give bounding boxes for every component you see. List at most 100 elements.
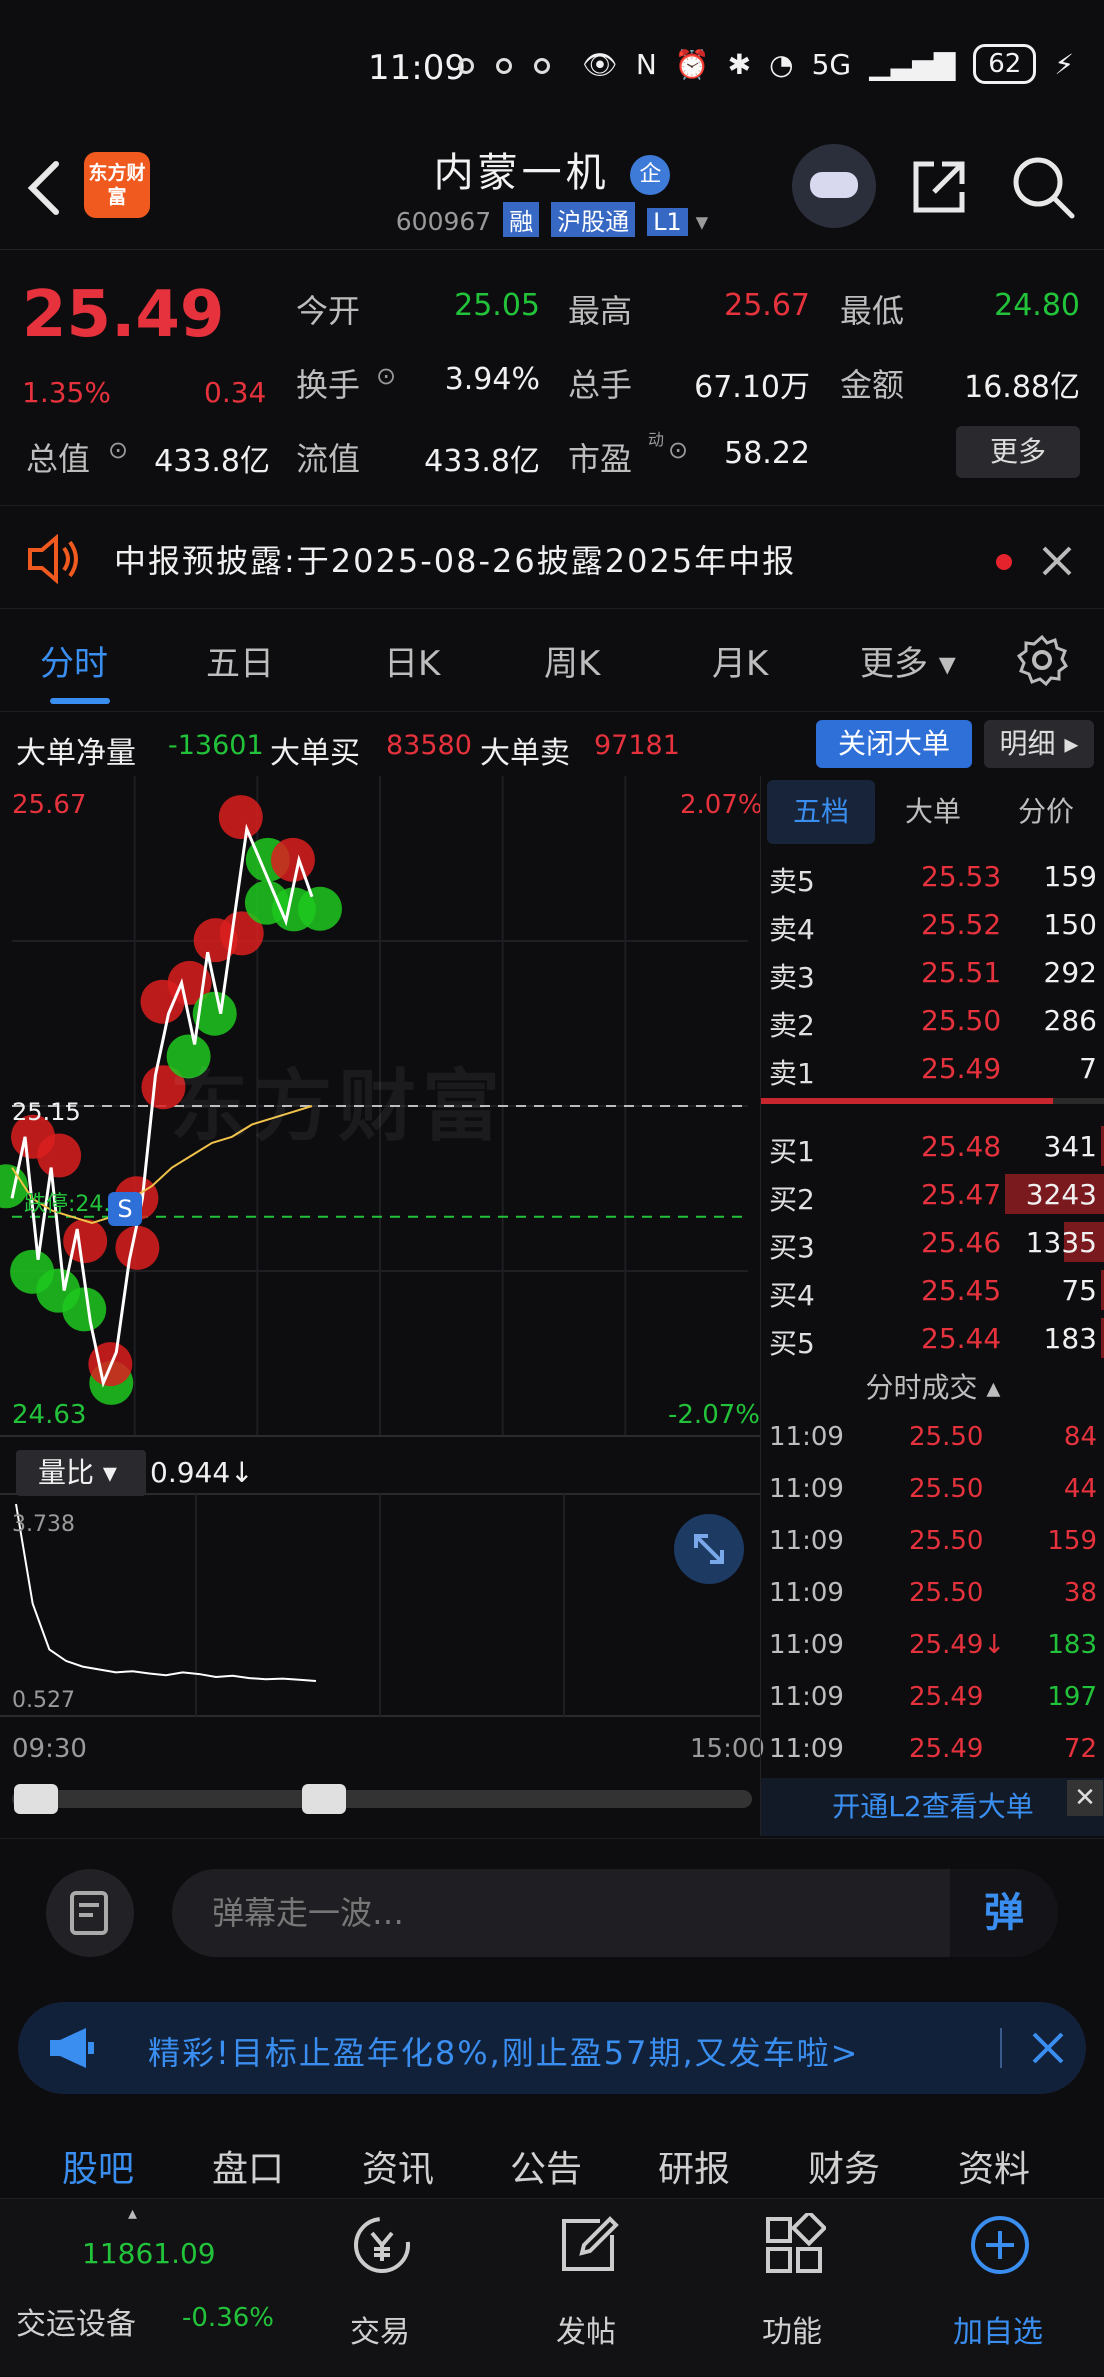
note-icon[interactable] (46, 1869, 134, 1957)
tag-connect: 沪股通 (551, 202, 636, 237)
level-qty: 1335 (1025, 1226, 1097, 1259)
notification-icons (458, 58, 550, 74)
ask-row[interactable]: 卖5 25.53 159 (761, 852, 1104, 900)
intraday-chart[interactable]: 东方财富 25.67 2.07% 25.15 跌停:24.97 S 24.63 … (0, 776, 765, 1836)
amount-label: 金额 (840, 366, 905, 404)
danmu-input[interactable]: 弹幕走一波… (172, 1869, 1058, 1957)
trade-row: 11:09 25.49 72 (761, 1726, 1104, 1776)
net-label: 大单净量 (16, 736, 136, 771)
nav-functions[interactable]: 功能 (712, 2199, 872, 2377)
sell-value: 97181 (594, 730, 680, 761)
high-label: 最高 (568, 292, 633, 330)
l2-upgrade-banner[interactable]: 开通L2查看大单 ✕ (761, 1778, 1104, 1836)
close-icon[interactable] (1028, 2028, 1068, 2068)
tab-profile[interactable]: 资料 (958, 2140, 1030, 2192)
sector-index[interactable]: ▴ 11861.09 交运设备 -0.36% (0, 2199, 300, 2377)
book-tabs: 五档 大单 分价 (761, 780, 1104, 844)
ask-row[interactable]: 卖2 25.50 286 (761, 996, 1104, 1044)
tab-more[interactable]: 更多 ▾ (860, 636, 956, 685)
top-price-label: 25.67 (12, 790, 87, 820)
nav-add-watchlist-label: 加自选 (953, 2315, 1043, 2350)
info-icon[interactable]: ⊙ (668, 436, 688, 464)
trade-price: 25.50 (909, 1474, 984, 1504)
tab-research[interactable]: 研报 (658, 2140, 730, 2192)
chart-canvas[interactable] (0, 776, 760, 1836)
ask-row[interactable]: 卖3 25.51 292 (761, 948, 1104, 996)
detail-button[interactable]: 明细 ▸ (984, 720, 1094, 768)
status-bar: 11:09 👁 N ⏰ ✱ ◔ 5G ▁▃▅▇ 62 ⚡ (0, 0, 1104, 130)
speaker-icon (28, 534, 78, 584)
nav-trade[interactable]: 交易 (300, 2199, 460, 2377)
tab-five-levels[interactable]: 五档 (767, 780, 875, 844)
current-price: 25.49 (22, 278, 225, 352)
level-name: 买2 (769, 1183, 815, 1216)
info-icon[interactable]: ⊙ (108, 436, 128, 464)
bid-row[interactable]: 买3 25.46 1335 (761, 1218, 1104, 1266)
more-button[interactable]: 更多 (956, 426, 1080, 478)
ask-row[interactable]: 卖1 25.49 7 (761, 1044, 1104, 1092)
clock: 11:09 (368, 48, 466, 88)
slider-handle-right[interactable] (302, 1784, 346, 1814)
close-icon[interactable]: ✕ (1067, 1780, 1103, 1816)
level-name: 买5 (769, 1327, 815, 1360)
comment-bar: 弹幕走一波… 弹 (0, 1838, 1104, 1998)
bottom-nav: ▴ 11861.09 交运设备 -0.36% 交易 发帖 功能 加自选 (0, 2198, 1104, 2376)
signal-icon: ▁▃▅▇ (869, 47, 956, 81)
tab-forum[interactable]: 股吧 (62, 2140, 134, 2192)
trade-time: 11:09 (769, 1526, 844, 1556)
nav-add-watchlist[interactable]: 加自选 (918, 2199, 1078, 2377)
low-value: 24.80 (994, 288, 1080, 323)
tab-big-order[interactable]: 大单 (881, 780, 985, 844)
gear-icon[interactable] (1016, 634, 1068, 686)
trade-qty: 159 (1047, 1526, 1097, 1556)
sector-change: -0.36% (182, 2303, 274, 2333)
tab-market-depth[interactable]: 盘口 (212, 2140, 284, 2192)
close-big-order-button[interactable]: 关闭大单 (816, 720, 972, 768)
tab-monthly-k[interactable]: 月K (712, 636, 768, 685)
turnover-label: 换手 (296, 366, 361, 404)
tab-five-day[interactable]: 五日 (206, 636, 274, 685)
dropdown-icon[interactable]: ▾ (696, 207, 709, 236)
bluetooth-icon: ✱ (727, 47, 752, 81)
tab-announcement[interactable]: 公告 (510, 2140, 582, 2192)
trade-qty: 197 (1047, 1682, 1097, 1712)
float-label: 流值 (296, 440, 361, 478)
tab-weekly-k[interactable]: 周K (544, 636, 600, 685)
notice-banner[interactable]: 中报预披露:于2025-08-26披露2025年中报 (0, 505, 1104, 609)
bid-row[interactable]: 买4 25.45 75 (761, 1266, 1104, 1314)
trade-row: 11:09 25.50 38 (761, 1570, 1104, 1620)
ask-row[interactable]: 卖4 25.52 150 (761, 900, 1104, 948)
search-icon[interactable] (1010, 154, 1076, 220)
tab-news[interactable]: 资讯 (362, 2140, 434, 2192)
big-sell-bubble (62, 1287, 107, 1332)
trades-title[interactable]: 分时成交 ▴ (761, 1366, 1104, 1406)
info-icon[interactable]: ⊙ (376, 362, 396, 390)
volume-ratio-select[interactable]: 量比 ▾ (16, 1450, 146, 1496)
open-value: 25.05 (454, 288, 540, 323)
share-icon[interactable] (908, 156, 970, 218)
level-price: 25.46 (921, 1226, 1002, 1259)
expand-icon[interactable] (674, 1514, 744, 1584)
nav-post[interactable]: 发帖 (506, 2199, 666, 2377)
bid-row[interactable]: 买5 25.44 183 (761, 1314, 1104, 1362)
time-slider-track[interactable] (12, 1790, 752, 1808)
tab-daily-k[interactable]: 日K (384, 636, 440, 685)
open-label: 今开 (296, 292, 361, 330)
promo-banner[interactable]: 精彩!目标止盈年化8%,刚止盈57期,又发车啦> (18, 2002, 1086, 2094)
robot-assistant-icon[interactable] (792, 144, 876, 228)
trade-qty: 44 (1063, 1474, 1097, 1504)
bid-row[interactable]: 买2 25.47 3243 (761, 1170, 1104, 1218)
tab-intraday[interactable]: 分时 (40, 636, 108, 685)
trade-time: 11:09 (769, 1682, 844, 1712)
slider-handle-left[interactable] (14, 1784, 58, 1814)
nfc-icon: N (635, 47, 657, 81)
danmu-send-button[interactable]: 弹 (950, 1869, 1058, 1957)
trade-price: 25.50 (909, 1422, 984, 1452)
promo-divider (1000, 2028, 1002, 2068)
close-icon[interactable] (1040, 544, 1074, 578)
tab-financials[interactable]: 财务 (808, 2140, 880, 2192)
trade-qty: 38 (1063, 1578, 1097, 1608)
signal-badge[interactable]: S (108, 1192, 142, 1226)
bid-row[interactable]: 买1 25.48 341 (761, 1122, 1104, 1170)
tab-price-split[interactable]: 分价 (991, 780, 1101, 844)
